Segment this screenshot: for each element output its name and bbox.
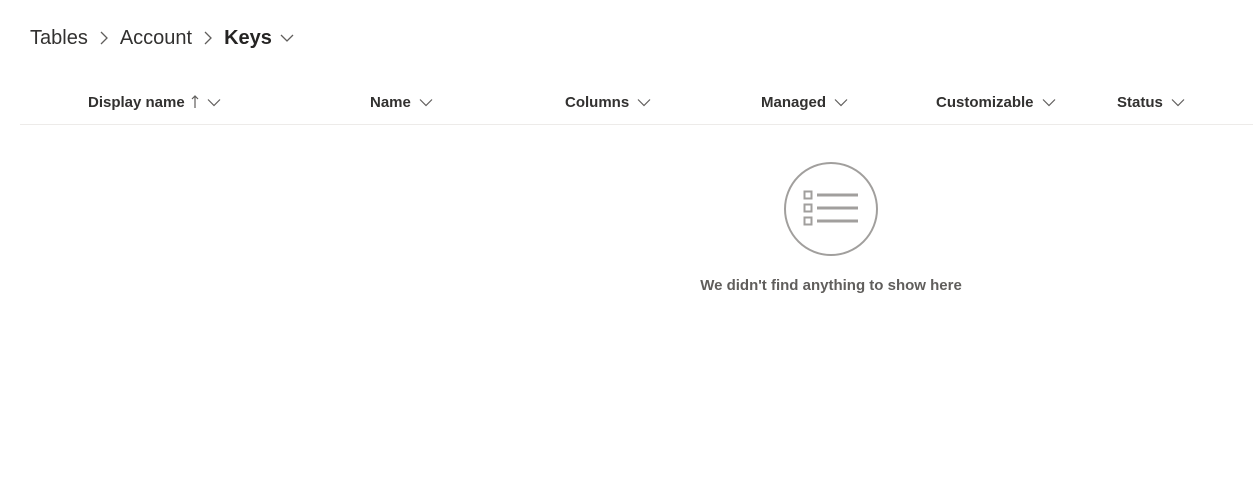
table-header: Display name Name Columns Managed Custom… [20, 80, 1253, 125]
chevron-down-icon [419, 98, 433, 107]
column-label: Managed [761, 93, 827, 111]
chevron-down-icon [1171, 98, 1185, 107]
column-label: Customizable [936, 93, 1034, 111]
chevron-right-icon [192, 30, 224, 46]
column-header-customizable[interactable]: Customizable [936, 80, 1056, 124]
breadcrumb-keys[interactable]: Keys [224, 24, 272, 52]
column-header-managed[interactable]: Managed [761, 80, 848, 124]
column-label: Name [370, 93, 411, 111]
sort-ascending-icon [191, 95, 199, 109]
chevron-down-icon[interactable] [280, 33, 294, 43]
chevron-down-icon [834, 98, 848, 107]
column-label: Display name [88, 93, 185, 111]
chevron-down-icon [207, 98, 221, 107]
breadcrumb-tables[interactable]: Tables [30, 24, 88, 52]
chevron-right-icon [88, 30, 120, 46]
column-header-name[interactable]: Name [370, 80, 433, 124]
empty-state-message: We didn't find anything to show here [700, 277, 962, 294]
chevron-down-icon [1042, 98, 1056, 107]
breadcrumb-account[interactable]: Account [120, 24, 192, 52]
column-header-columns[interactable]: Columns [565, 80, 651, 124]
chevron-down-icon [637, 98, 651, 107]
list-icon [784, 162, 878, 256]
breadcrumb: Tables Account Keys [30, 24, 294, 52]
column-label: Columns [565, 93, 630, 111]
column-header-status[interactable]: Status [1117, 80, 1185, 124]
column-label: Status [1117, 93, 1163, 111]
column-header-display-name[interactable]: Display name [88, 80, 221, 124]
empty-state: We didn't find anything to show here [650, 162, 1012, 294]
